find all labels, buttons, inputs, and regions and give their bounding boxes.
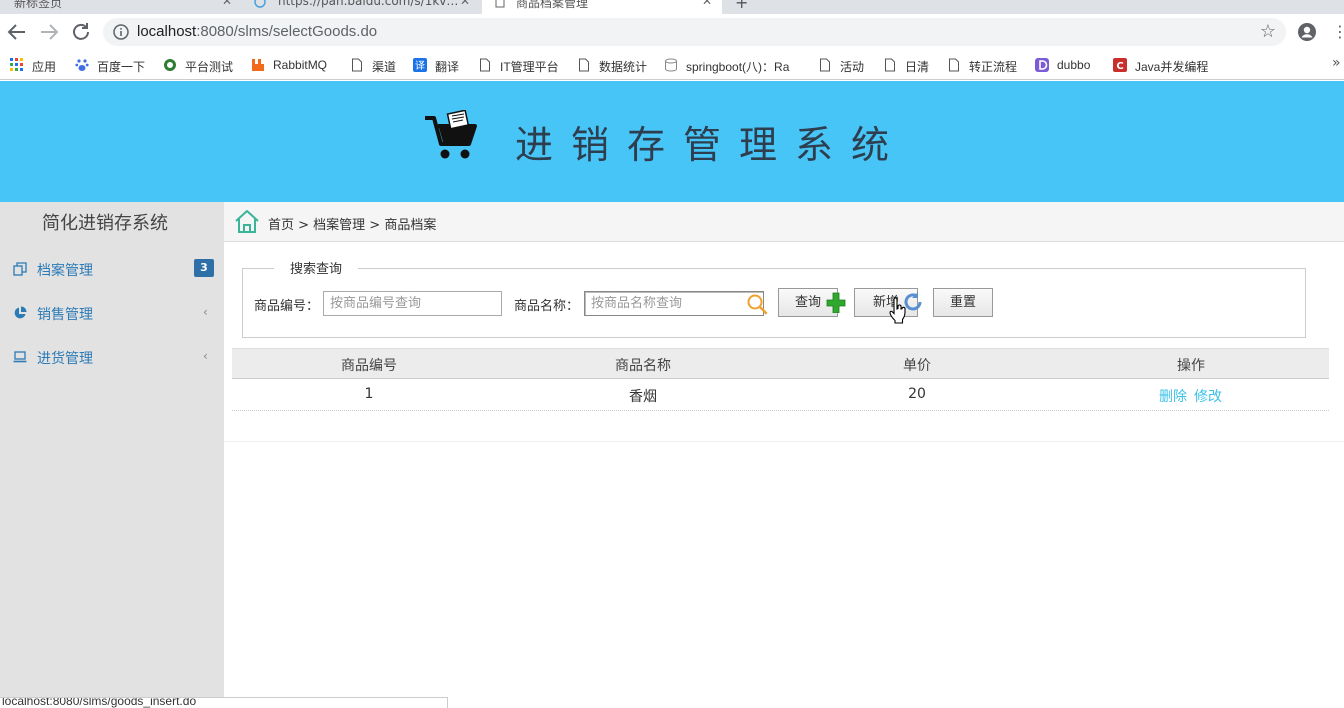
edit-link[interactable]: 修改 — [1194, 386, 1222, 406]
csdn-icon: C — [1113, 58, 1127, 72]
svg-text:C: C — [1116, 61, 1123, 72]
laptop-icon — [13, 351, 27, 363]
url-text: localhost:8080/slms/selectGoods.do — [137, 23, 377, 40]
search-panel-legend: 搜索查询 — [274, 258, 359, 277]
column-header-name: 商品名称 — [615, 358, 671, 374]
goods-name-input[interactable] — [584, 291, 764, 316]
tab-baidu-pan[interactable]: https://pan.baidu.com/s/1kv… ✕ — [242, 0, 480, 14]
sidebar-item-sales[interactable]: 销售管理 ‹ — [0, 292, 224, 336]
status-bar: localhost:8080/slms/goods_insert.do — [0, 697, 448, 708]
app-title: 进销存管理系统 — [515, 123, 908, 167]
address-bar[interactable]: localhost:8080/slms/selectGoods.do ☆ — [103, 18, 1286, 46]
tab-label: 新标签页 — [14, 0, 63, 10]
page-icon — [949, 58, 959, 72]
tab-label: https://pan.baidu.com/s/1kv… — [278, 0, 459, 8]
bookmark-label: 百度一下 — [97, 60, 146, 74]
bookmarks-overflow-icon[interactable]: » — [1332, 55, 1341, 71]
column-header-actions: 操作 — [1177, 358, 1205, 374]
url-host: localhost — [137, 23, 197, 40]
tab-label: 商品档案管理 — [516, 0, 589, 10]
bookmark-label: 平台测试 — [185, 60, 234, 74]
bookmark-label: springboot(八)：Ra — [686, 60, 790, 74]
browser-tab-strip: 新标签页 ✕ https://pan.baidu.com/s/1kv… ✕ 商品… — [0, 0, 1344, 14]
baidu-pan-favicon-icon — [254, 0, 266, 8]
forward-arrow-icon[interactable] — [37, 20, 61, 44]
tab-close-icon[interactable]: ✕ — [702, 0, 712, 8]
new-tab-icon[interactable]: + — [735, 0, 748, 12]
page-favicon-icon — [495, 0, 505, 8]
translate-icon: 译 — [413, 58, 427, 72]
sidebar: 简化进销存系统 档案管理 3 销售管理 ‹ 进货管理 ‹ — [0, 202, 224, 708]
dubbo-icon — [1035, 58, 1049, 72]
status-url: localhost:8080/slms/goods_insert.do — [2, 697, 197, 708]
bookmark-label: 日清 — [905, 60, 930, 74]
bookmark-star-icon[interactable]: ☆ — [1260, 21, 1276, 42]
back-arrow-icon[interactable] — [5, 20, 29, 44]
goods-code-input[interactable] — [323, 291, 502, 316]
delete-link[interactable]: 删除 — [1159, 386, 1187, 406]
goods-code-label: 商品编号： — [254, 299, 320, 314]
sidebar-item-label: 档案管理 — [37, 263, 93, 279]
pie-chart-icon — [14, 306, 27, 319]
bookmarks-bar: 应用 百度一下 平台测试 RabbitMQ 渠道 译 翻译 IT管理平台 数据统… — [0, 52, 1344, 80]
home-icon[interactable] — [233, 207, 261, 235]
bookmark-label: Java并发编程 — [1135, 60, 1209, 74]
table-row: 1 香烟 20 删除 修改 — [232, 379, 1329, 411]
bookmark-springboot[interactable]: springboot(八)：Ra — [664, 57, 800, 75]
bookmark-label: RabbitMQ — [273, 58, 328, 72]
bookmark-label: 翻译 — [435, 60, 460, 74]
hand-cursor-icon — [889, 297, 906, 324]
tab-new[interactable]: 新标签页 ✕ — [0, 0, 240, 14]
sidebar-item-purchase[interactable]: 进货管理 ‹ — [0, 336, 224, 380]
breadcrumb: 首页 > 档案管理 > 商品档案 — [268, 218, 437, 233]
tab-goods[interactable]: 商品档案管理 ✕ — [482, 0, 722, 14]
info-icon[interactable] — [113, 24, 129, 40]
sidebar-item-label: 进货管理 — [37, 351, 93, 367]
apps-grid-icon — [10, 58, 23, 71]
bookmark-label: 活动 — [840, 60, 865, 74]
sidebar-item-label: 销售管理 — [37, 307, 93, 323]
goods-name-label: 商品名称： — [514, 299, 580, 314]
table-header: 商品编号 商品名称 单价 操作 — [232, 348, 1329, 379]
tab-close-icon[interactable]: ✕ — [222, 0, 232, 8]
chevron-left-icon: ‹ — [203, 305, 208, 319]
baidu-paw-icon — [75, 59, 89, 71]
sidebar-item-archive[interactable]: 档案管理 3 — [0, 248, 224, 292]
cell-name: 香烟 — [629, 389, 657, 405]
bookmark-label: IT管理平台 — [500, 60, 559, 74]
bookmark-label: dubbo — [1057, 58, 1091, 72]
url-path: :8080/slms/selectGoods.do — [196, 23, 378, 40]
svg-text:译: 译 — [415, 60, 425, 72]
bookmark-label: 应用 — [32, 60, 57, 74]
tab-close-icon[interactable]: ✕ — [460, 0, 470, 8]
copy-icon — [13, 262, 27, 276]
db-icon — [665, 58, 677, 72]
sidebar-title: 简化进销存系统 — [42, 213, 168, 234]
bookmark-label: 转正流程 — [969, 60, 1018, 74]
cell-code: 1 — [364, 386, 374, 402]
browser-menu-icon[interactable]: ⋮ — [1332, 22, 1344, 41]
bookmark-label: 渠道 — [372, 60, 397, 74]
chevron-left-icon: ‹ — [203, 349, 208, 363]
page-icon — [820, 58, 830, 72]
page-icon — [885, 58, 895, 72]
cell-price: 20 — [908, 386, 926, 402]
table-bottom-divider — [224, 441, 1344, 442]
bookmark-label: 数据统计 — [599, 60, 648, 74]
globe-icon — [164, 59, 176, 71]
shopping-cart-icon — [425, 110, 477, 159]
count-badge: 3 — [194, 259, 214, 277]
page-icon — [480, 58, 490, 72]
rabbitmq-icon — [252, 59, 264, 71]
page-icon — [579, 58, 589, 72]
page-icon — [352, 58, 362, 72]
column-header-price: 单价 — [903, 358, 931, 374]
reload-icon[interactable] — [69, 20, 93, 44]
column-header-code: 商品编号 — [341, 358, 397, 374]
search-icon[interactable] — [745, 292, 769, 316]
profile-avatar-icon[interactable] — [1297, 22, 1317, 42]
reset-button[interactable]: 重置 — [933, 288, 993, 317]
plus-icon — [826, 292, 846, 313]
